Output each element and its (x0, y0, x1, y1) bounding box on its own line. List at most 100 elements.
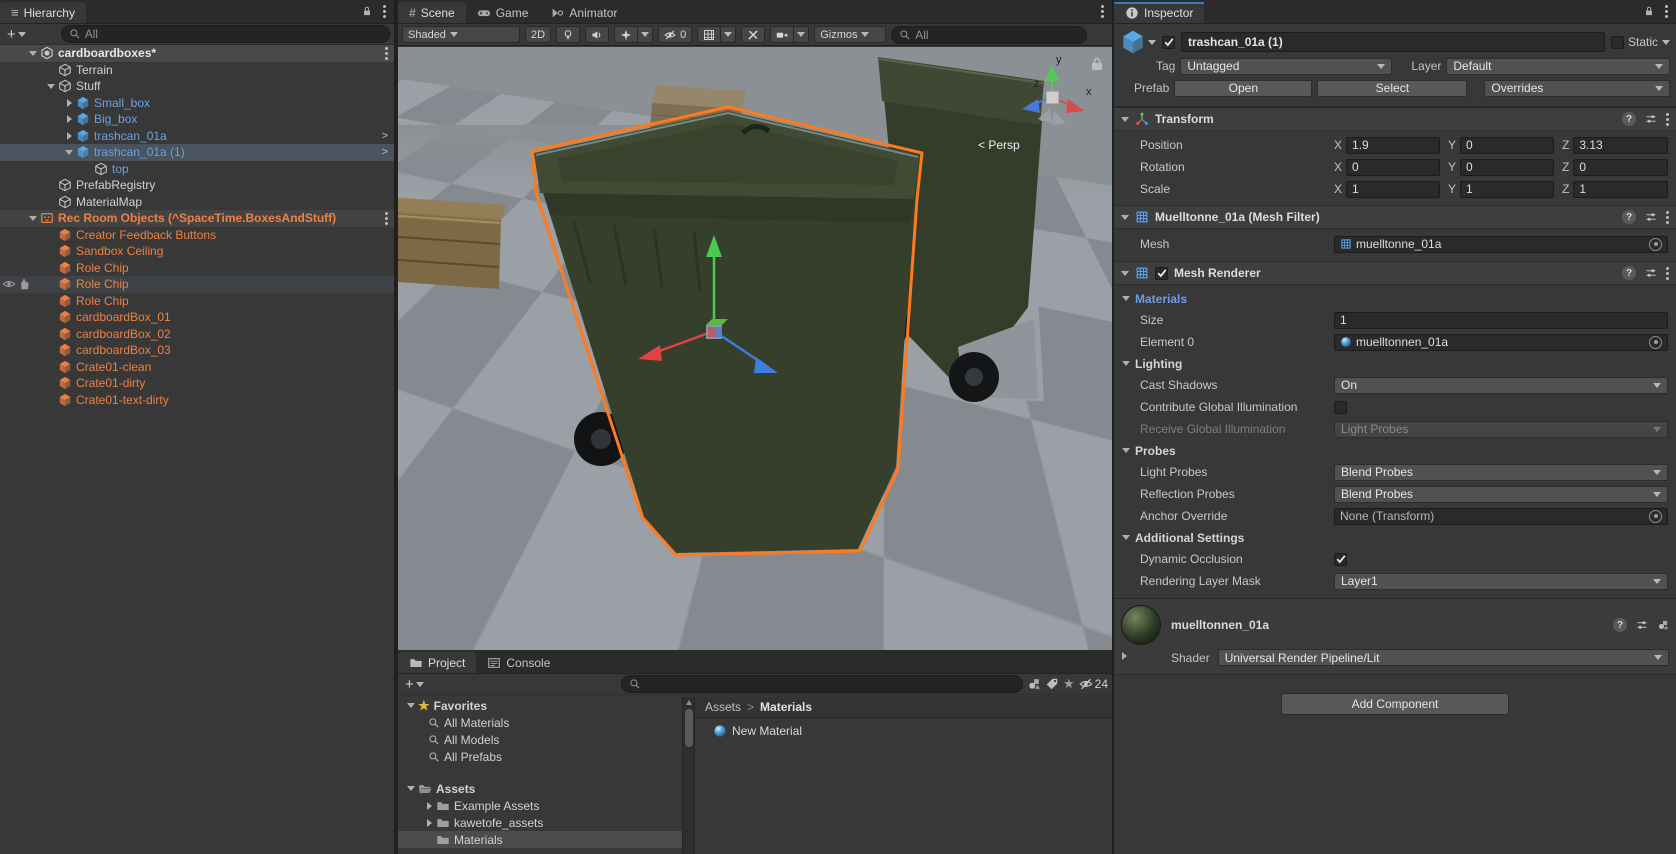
foldout-arrow-icon[interactable] (407, 703, 415, 708)
object-picker-icon[interactable] (1649, 336, 1662, 349)
hierarchy-item-prefabregistry[interactable]: PrefabRegistry (0, 177, 394, 194)
hierarchy-item-cardboardbox-01[interactable]: cardboardBox_01 (0, 309, 394, 326)
tab-scene[interactable]: # Scene (398, 2, 466, 23)
component-menu-icon[interactable] (1666, 118, 1669, 121)
foldout-arrow-icon[interactable] (29, 51, 37, 56)
tab-hierarchy[interactable]: ≡ Hierarchy (0, 2, 86, 23)
component-tools-button[interactable] (741, 26, 765, 43)
scene-viewport[interactable]: y x z < Persp (398, 47, 1112, 650)
foldout-arrow-icon[interactable] (29, 216, 37, 221)
hierarchy-item-role-chip-1[interactable]: Role Chip (0, 260, 394, 277)
prefab-select-button[interactable]: Select (1317, 80, 1467, 97)
shader-dropdown[interactable]: Universal Render Pipeline/Lit (1218, 649, 1669, 666)
prefab-open-chevron[interactable]: > (382, 130, 388, 142)
foldout-arrow-icon[interactable] (1122, 296, 1130, 301)
prefab-open-button[interactable]: Open (1174, 80, 1312, 97)
hierarchy-menu-icon[interactable] (383, 10, 386, 13)
gameobject-name-field[interactable]: trashcan_01a (1) (1181, 32, 1605, 52)
hierarchy-item-stuff[interactable]: Stuff (0, 78, 394, 95)
scene-effects-button[interactable] (614, 26, 637, 43)
material-expand-arrow-icon[interactable] (1122, 652, 1127, 660)
foldout-arrow-icon[interactable] (407, 786, 415, 791)
contribute-gi-checkbox[interactable] (1334, 401, 1347, 414)
component-enabled-checkbox[interactable] (1155, 267, 1168, 280)
scene-audio-button[interactable] (585, 26, 609, 43)
rotation-y-field[interactable]: 0 (1460, 159, 1554, 176)
scene-visibility-button[interactable]: 0 (658, 26, 692, 43)
probes-foldout[interactable]: Probes (1114, 440, 1676, 461)
project-search-input[interactable] (621, 675, 1023, 693)
light-probes-dropdown[interactable]: Blend Probes (1334, 464, 1668, 481)
help-icon[interactable]: ? (1622, 266, 1636, 280)
tab-console[interactable]: Console (476, 652, 561, 673)
hierarchy-item-cardboardbox-02[interactable]: cardboardBox_02 (0, 326, 394, 343)
scene-search-input[interactable]: All (891, 26, 1087, 44)
object-picker-icon[interactable] (1649, 510, 1662, 523)
presets-icon[interactable] (1645, 211, 1657, 223)
active-checkbox[interactable] (1162, 36, 1175, 49)
mesh-object-field[interactable]: muelltonne_01a (1334, 236, 1668, 253)
anchor-override-field[interactable]: None (Transform) (1334, 508, 1668, 525)
lock-icon[interactable] (361, 5, 373, 17)
hierarchy-item-top[interactable]: top (0, 161, 394, 178)
project-tree-scrollbar[interactable] (682, 697, 694, 854)
foldout-arrow-icon[interactable] (1122, 361, 1130, 366)
hierarchy-item-terrain[interactable]: Terrain (0, 62, 394, 79)
tab-inspector[interactable]: Inspector (1114, 2, 1204, 23)
hierarchy-item-rec-room-objects[interactable]: Rec Room Objects (^SpaceTime.BoxesAndStu… (0, 210, 394, 227)
hierarchy-item-role-chip-2[interactable]: Role Chip (0, 276, 394, 293)
tag-dropdown[interactable]: Untagged (1180, 58, 1392, 75)
grid-visual-dropdown[interactable] (720, 26, 736, 43)
prefab-overrides-dropdown[interactable]: Overrides (1484, 80, 1670, 97)
persp-label[interactable]: < Persp (978, 138, 1020, 152)
position-y-field[interactable]: 0 (1460, 137, 1554, 154)
breadcrumb-root[interactable]: Assets (705, 700, 741, 714)
project-favorites[interactable]: ★ Favorites (398, 697, 682, 714)
project-item-all-prefabs[interactable]: All Prefabs (398, 748, 682, 765)
search-by-label-icon[interactable] (1045, 677, 1059, 691)
pickability-hand-icon[interactable] (17, 277, 31, 291)
icon-dropdown-icon[interactable] (1148, 40, 1156, 45)
scale-y-field[interactable]: 1 (1460, 181, 1554, 198)
hidden-packages-button[interactable]: 24 (1079, 677, 1108, 691)
project-assets-root[interactable]: Assets (398, 780, 682, 797)
gizmos-dropdown[interactable]: Gizmos (814, 26, 886, 43)
object-picker-icon[interactable] (1649, 238, 1662, 251)
inspector-menu-icon[interactable] (1665, 10, 1668, 13)
dynamic-occlusion-checkbox[interactable] (1334, 553, 1347, 566)
hierarchy-item-big-box[interactable]: Big_box (0, 111, 394, 128)
foldout-arrow-icon[interactable] (1121, 215, 1129, 220)
static-toggle[interactable]: Static (1611, 35, 1670, 49)
help-icon[interactable]: ? (1622, 210, 1636, 224)
hierarchy-item-trashcan-01a[interactable]: trashcan_01a > (0, 128, 394, 145)
additional-settings-foldout[interactable]: Additional Settings (1114, 527, 1676, 548)
hierarchy-item-sandbox-ceiling[interactable]: Sandbox Ceiling (0, 243, 394, 260)
scene-camera-button[interactable] (770, 26, 793, 43)
component-menu-icon[interactable] (1666, 216, 1669, 219)
project-folder-materials[interactable]: Materials (398, 831, 682, 848)
saved-search-star-icon[interactable]: ★ (1063, 676, 1075, 692)
scroll-up-icon[interactable] (686, 700, 692, 705)
scrollbar-thumb[interactable] (685, 709, 693, 747)
rotation-x-field[interactable]: 0 (1346, 159, 1440, 176)
wooden-crate-object[interactable] (398, 197, 506, 289)
shading-mode-dropdown[interactable]: Shaded (402, 26, 520, 43)
visibility-eye-icon[interactable] (2, 277, 16, 291)
foldout-arrow-icon[interactable] (67, 132, 72, 140)
grid-visual-button[interactable] (697, 26, 720, 43)
foldout-arrow-icon[interactable] (1121, 271, 1129, 276)
component-menu-icon[interactable] (1666, 272, 1669, 275)
create-asset-button[interactable]: + (402, 676, 427, 693)
hierarchy-item-scene[interactable]: cardboardboxes* (0, 45, 394, 62)
foldout-arrow-icon[interactable] (47, 84, 55, 89)
foldout-arrow-icon[interactable] (1122, 448, 1130, 453)
hierarchy-item-trashcan-01a-1[interactable]: trashcan_01a (1) > (0, 144, 394, 161)
foldout-arrow-icon[interactable] (67, 99, 72, 107)
project-folder-kawetofe-assets[interactable]: kawetofe_assets (398, 814, 682, 831)
foldout-arrow-icon[interactable] (67, 115, 72, 123)
gear-icon[interactable] (1657, 619, 1669, 631)
gizmo-x-axis[interactable] (1066, 99, 1084, 113)
scene-lighting-button[interactable] (556, 26, 580, 43)
scale-x-field[interactable]: 1 (1346, 181, 1440, 198)
project-item-all-materials[interactable]: All Materials (398, 714, 682, 731)
